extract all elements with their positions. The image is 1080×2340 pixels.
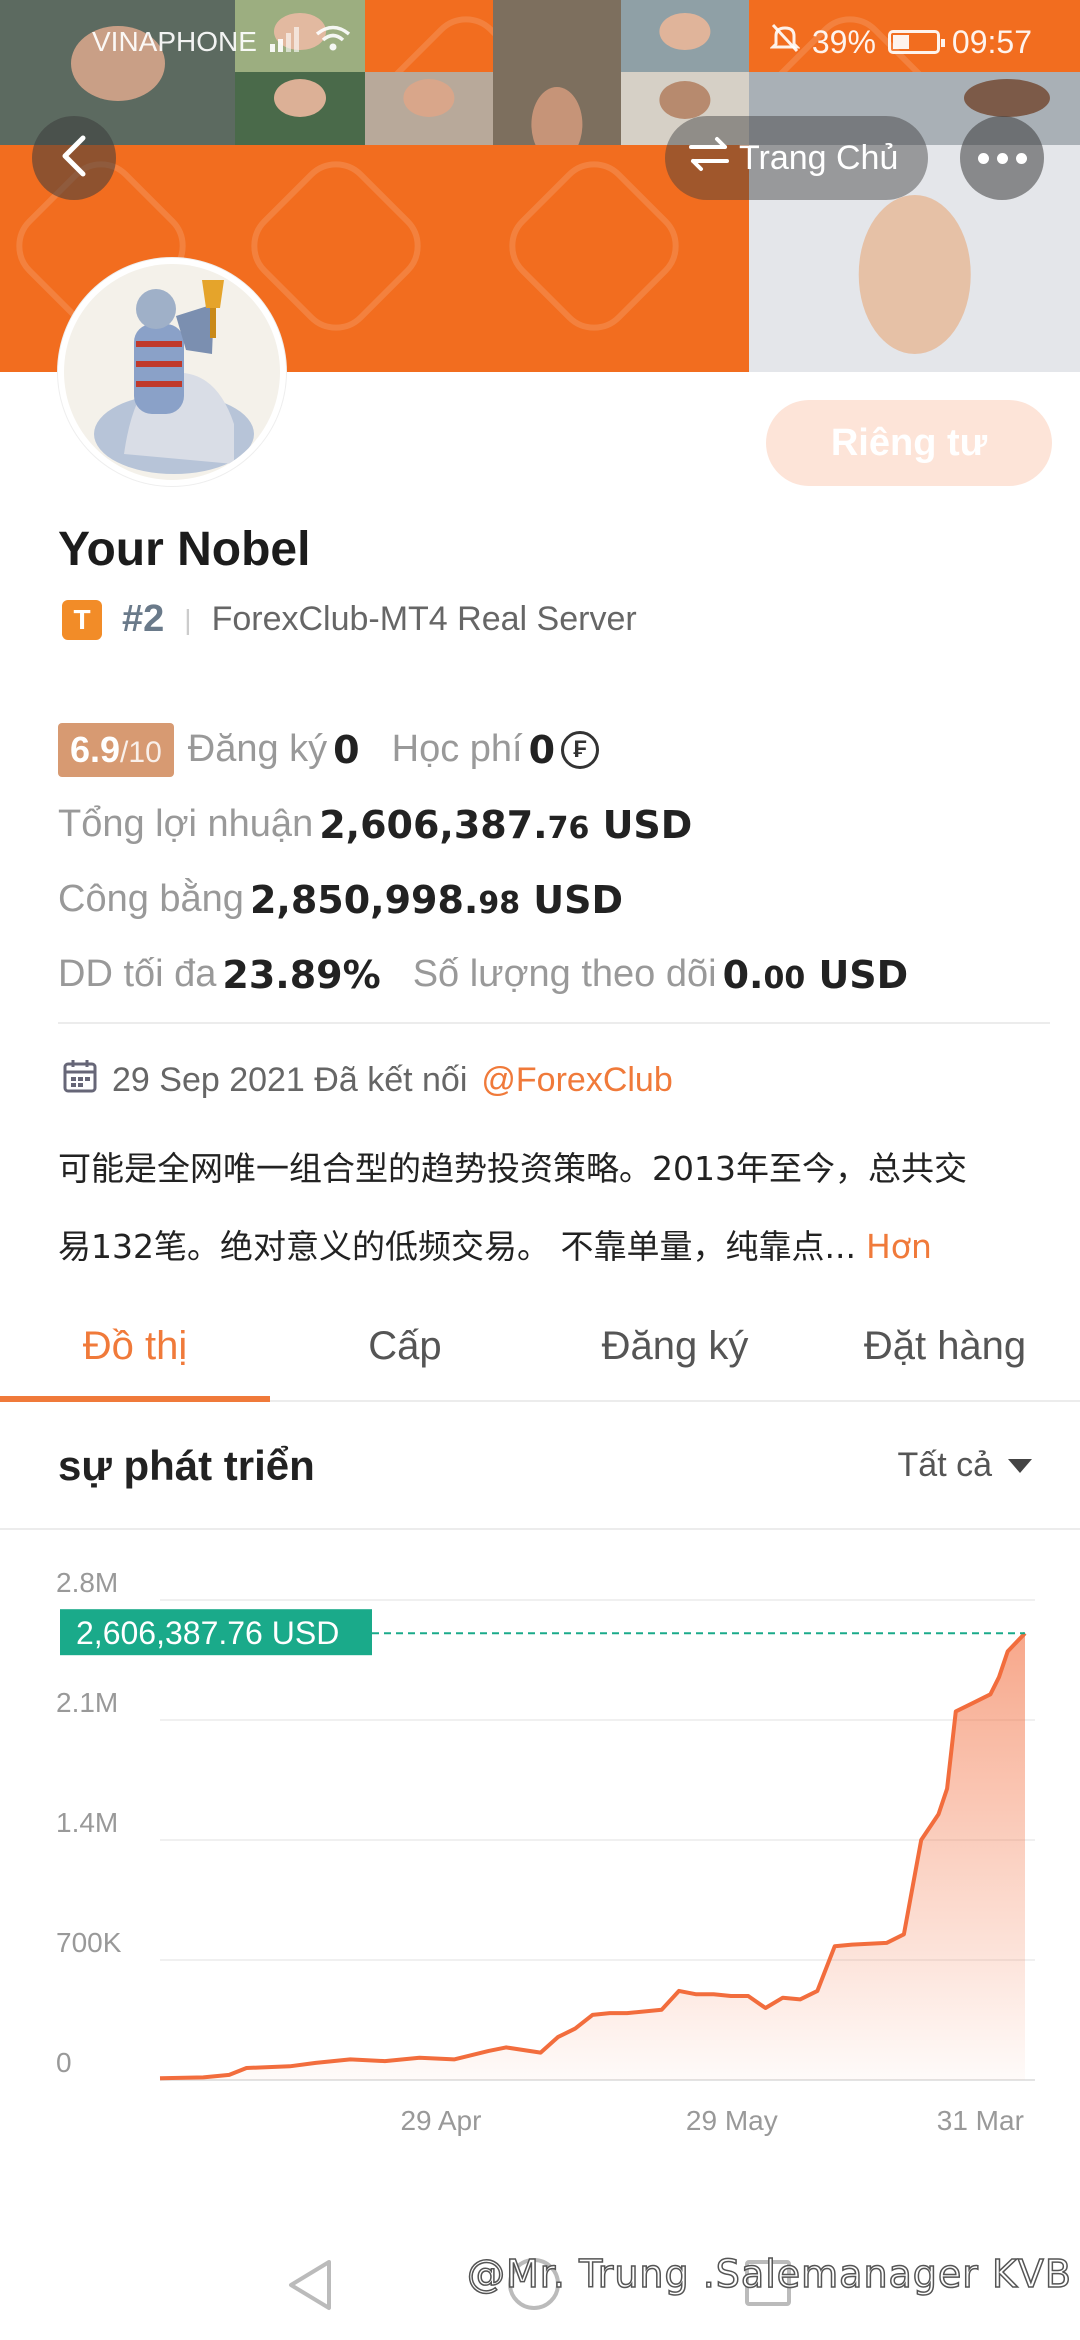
score-badge: 6.9/10 [58,722,174,777]
equity-value: 2,850,998.98 USD [249,877,624,922]
swap-icon [687,136,731,181]
description-line: 易132笔。绝对意义的低频交易。 不靠单量，纯靠点... Hơn [58,1227,932,1266]
tab-chart[interactable]: Đồ thị [0,1296,270,1402]
connection-text: Đã kết nối [314,1061,468,1099]
y-tick-label: 700K [56,1927,122,1958]
fee-value: 0 [528,727,556,772]
knight-avatar-image [64,264,280,480]
tab-level[interactable]: Cấp [270,1296,540,1400]
battery-icon [887,30,945,54]
tier-badge: T [62,599,102,640]
x-tick-label: 29 Apr [400,2105,481,2136]
carrier-label: VINAPHONE [92,26,257,57]
back-button[interactable] [32,116,116,200]
mute-bell-icon [769,22,801,62]
total-profit-row: Tổng lợi nhuận 2,606,387.76 USD [58,787,1048,862]
tab-orders[interactable]: Đặt hàng [810,1296,1080,1400]
description-line: 可能是全网唯一组合型的趋势投资策略。2013年至今，总共交 [58,1149,967,1188]
read-more-link[interactable]: Hơn [866,1227,932,1266]
status-bar: VINAPHONE 39% 09:57 [0,0,1080,84]
total-profit-label: Tổng lợi nhuận [58,803,314,845]
calendar-icon [62,1058,98,1103]
score-row: 6.9/10 Đăng ký 0 Học phí 0 ₣ [58,712,1048,787]
avatar[interactable] [58,258,286,486]
growth-title: sự phát triển [58,1442,315,1489]
y-tick-label: 2.1M [56,1687,118,1718]
clock: 09:57 [951,23,1032,60]
tab-bar: Đồ thị Cấp Đăng ký Đặt hàng [0,1296,1080,1402]
max-dd-label: DD tối đa [58,953,217,995]
home-button[interactable]: Trang Chủ [665,116,928,200]
trader-name: Your Nobel [58,523,311,576]
y-tick-label: 2.8M [56,1567,118,1598]
max-dd-value: 23.89% [222,952,381,997]
x-tick-label: 29 May [686,2105,778,2136]
tab-subscribe[interactable]: Đăng ký [540,1296,810,1400]
period-filter[interactable]: Tất cả [898,1446,1032,1485]
stats-panel: 6.9/10 Đăng ký 0 Học phí 0 ₣ Tổng lợi nh… [58,712,1048,1012]
x-tick-label: 31 Mar [937,2105,1024,2136]
watermark: @Mr. Trung .Salemanager KVB [466,2251,1072,2297]
subscribe-value: 0 [333,727,360,772]
y-tick-label: 0 [56,2047,72,2078]
private-button[interactable]: Riêng tư [766,400,1052,486]
chevron-left-icon [57,134,91,183]
separator: | [184,603,192,635]
follow-label: Số lượng theo dõi [412,953,717,995]
home-button-label: Trang Chủ [739,138,899,177]
divider [0,1528,1080,1530]
nav-back-icon[interactable] [285,2258,335,2317]
more-dot [996,152,1008,164]
more-options-button[interactable] [960,116,1044,200]
score-value: 6.9 [70,728,121,770]
connection-info: 29 Sep 2021 Đã kết nối @ForexClub [62,1058,673,1103]
rank-row: T #2 | ForexClub-MT4 Real Server [62,598,637,641]
drawdown-row: DD tối đa 23.89% Số lượng theo dõi 0.00 … [58,937,1048,1012]
equity-label: Công bằng [58,878,244,920]
growth-chart-svg: 2.8M 2.1M 1.4M 700K 0 29 Apr 29 May 31 Mar 2,6… [56,1567,1035,2136]
coin-icon: ₣ [561,730,600,769]
fee-label: Học phí [391,728,523,770]
growth-chart[interactable]: 2.8M 2.1M 1.4M 700K 0 29 Apr 29 May 31 Mar 2,6… [0,1560,1080,2220]
current-value-label: 2,606,387.76 USD [76,1615,339,1651]
score-max: /10 [120,735,162,769]
y-tick-label: 1.4M [56,1807,118,1838]
equity-row: Công bằng 2,850,998.98 USD [58,862,1048,937]
divider [58,1022,1050,1024]
broker-link[interactable]: @ForexClub [481,1061,672,1100]
signal-icon [269,26,303,59]
subscribe-label: Đăng ký [187,728,328,770]
period-filter-label: Tất cả [897,1446,992,1484]
follow-value: 0.00 USD [722,952,909,997]
server-name: ForexClub-MT4 Real Server [211,600,637,638]
rank-value: #2 [122,598,165,640]
total-profit-value: 2,606,387.76 USD [319,802,693,847]
caret-down-icon [1008,1458,1032,1473]
wifi-icon [315,25,351,60]
battery-level: 39% [811,23,876,60]
more-dot [977,152,989,164]
strategy-description: 可能是全网唯一组合型的趋势投资策略。2013年至今，总共交 易132笔。绝对意义… [58,1130,1052,1286]
connection-date: 29 Sep 2021 [112,1061,305,1099]
more-dot [1015,152,1027,164]
